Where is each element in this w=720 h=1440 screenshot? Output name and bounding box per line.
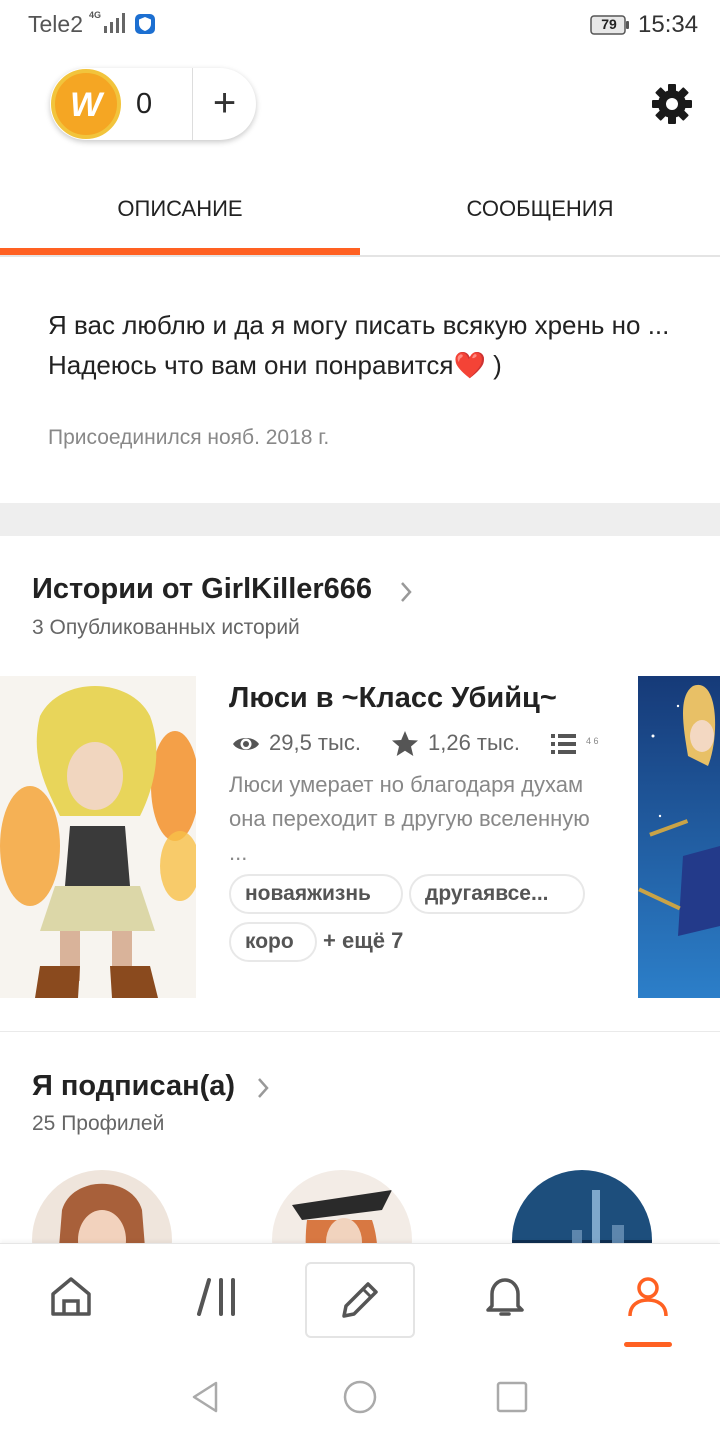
bio-line: Я вас люблю и да я могу писать всякую хр… <box>48 310 670 340</box>
back-icon[interactable] <box>188 1379 224 1415</box>
carrier-name: Tele2 <box>28 11 83 37</box>
stories-count: 3 Опубликованных историй <box>32 616 300 639</box>
story-cover[interactable] <box>0 676 196 998</box>
system-navigation <box>0 1355 720 1440</box>
coin-balance[interactable]: W 0 + <box>50 68 256 140</box>
star-icon <box>392 731 418 756</box>
tab-description[interactable]: ОПИСАНИЕ <box>0 180 360 256</box>
bell-icon[interactable] <box>481 1272 529 1320</box>
network-type: 4G <box>89 10 102 20</box>
section-separator <box>0 503 720 536</box>
library-icon[interactable] <box>195 1272 243 1320</box>
story-title[interactable]: Люси в ~Класс Убийц~ <box>229 682 557 715</box>
story-tag[interactable]: другаявсе... <box>409 874 585 914</box>
profile-bio: Я вас люблю и да я могу писать всякую хр… <box>48 305 688 385</box>
joined-date: Присоединился нояб. 2018 г. <box>48 426 330 449</box>
active-tab-indicator <box>0 248 360 255</box>
gear-icon[interactable] <box>650 82 694 126</box>
home-circle-icon[interactable] <box>342 1379 378 1415</box>
home-icon[interactable] <box>47 1272 95 1320</box>
status-bar: Tele2 4G 79 15:34 <box>0 0 720 50</box>
votes-count: 1,26 тыс. <box>428 730 520 755</box>
tabs-divider <box>0 255 720 257</box>
profile-icon[interactable] <box>624 1272 672 1320</box>
following-section-title[interactable]: Я подписан(а) <box>32 1070 235 1103</box>
coin-icon: W <box>51 69 121 139</box>
pencil-icon <box>342 1282 378 1318</box>
add-coins-button[interactable]: + <box>193 68 256 140</box>
tab-messages[interactable]: СООБЩЕНИЯ <box>360 180 720 256</box>
shield-icon <box>135 14 155 34</box>
story-description: Люси умерает но благодаря духам она пере… <box>229 772 590 865</box>
stories-section-title[interactable]: Истории от GirlKiller666 <box>32 573 372 606</box>
following-count: 25 Профилей <box>32 1112 165 1135</box>
parts-count: 4 6 <box>586 736 599 746</box>
coin-letter: W <box>69 86 103 124</box>
nav-active-indicator <box>624 1342 672 1347</box>
chevron-right-icon[interactable] <box>256 1077 270 1099</box>
chevron-right-icon[interactable] <box>399 581 413 603</box>
story-tag[interactable]: коро <box>229 922 317 962</box>
battery-level: 79 <box>601 16 617 32</box>
story-tag[interactable]: новаяжизнь <box>229 874 403 914</box>
more-tags[interactable]: + ещё 7 <box>323 928 403 954</box>
write-button[interactable] <box>305 1262 415 1338</box>
clock: 15:34 <box>638 11 699 38</box>
list-icon <box>551 734 576 754</box>
section-divider <box>0 1031 720 1032</box>
story-cover[interactable] <box>638 676 720 998</box>
recents-icon[interactable] <box>494 1379 530 1415</box>
bio-line: Надеюсь что вам они понравится❤️ ) <box>48 350 502 380</box>
reads-count: 29,5 тыс. <box>269 730 361 755</box>
bottom-navigation <box>0 1243 720 1355</box>
signal-icon <box>104 13 125 33</box>
coin-count: 0 <box>136 88 153 120</box>
eye-icon <box>233 738 259 750</box>
